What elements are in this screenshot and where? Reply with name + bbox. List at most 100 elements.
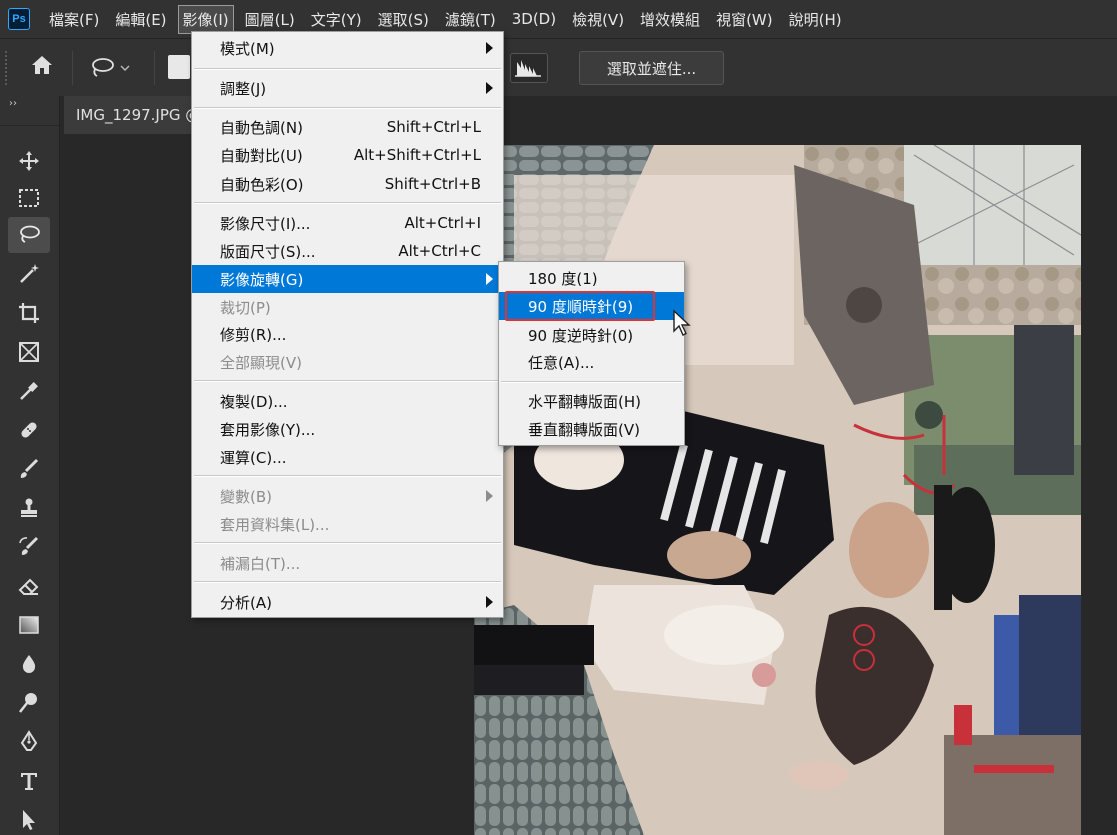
- menu-item-trim[interactable]: 修剪(R)...: [192, 320, 503, 348]
- menu-item-rotate-90-ccw[interactable]: 90 度逆時針(0): [499, 321, 684, 349]
- healing-brush-icon[interactable]: [8, 412, 50, 448]
- tools-collapse-toggle[interactable]: ››: [0, 96, 59, 126]
- history-brush-icon[interactable]: [8, 529, 50, 565]
- menu-item-duplicate[interactable]: 複製(D)...: [192, 387, 503, 415]
- menu-item-label: 全部顯現(V): [220, 353, 302, 372]
- options-bar-grip[interactable]: [5, 51, 9, 85]
- dodge-tool-icon[interactable]: [8, 685, 50, 721]
- menu-separator: [194, 542, 501, 544]
- home-icon[interactable]: [24, 53, 60, 83]
- menu-item-label: 裁切(P): [220, 298, 271, 317]
- menu-item-variables: 變數(B): [192, 482, 503, 510]
- menu-view[interactable]: 檢視(V): [567, 5, 629, 34]
- menu-item-mode[interactable]: 模式(M): [192, 34, 503, 62]
- menu-type[interactable]: 文字(Y): [306, 5, 367, 34]
- menu-item-label: 分析(A): [220, 593, 272, 612]
- menu-item-calculations[interactable]: 運算(C)...: [192, 443, 503, 471]
- options-bar: 選取並遮住...: [0, 38, 1117, 96]
- menu-item-auto-tone[interactable]: 自動色調(N) Shift+Ctrl+L: [192, 113, 503, 141]
- menu-window[interactable]: 視窗(W): [711, 5, 778, 34]
- menu-item-apply-data-set: 套用資料集(L)...: [192, 510, 503, 538]
- options-separator: [154, 51, 155, 85]
- menu-separator: [194, 202, 501, 204]
- gradient-tool-icon[interactable]: [8, 607, 50, 643]
- frame-tool-icon[interactable]: [8, 334, 50, 370]
- menu-layer[interactable]: 圖層(L): [240, 5, 300, 34]
- submenu-arrow-icon: [486, 490, 493, 502]
- menu-item-shortcut: Shift+Ctrl+L: [386, 118, 481, 136]
- menu-separator: [501, 381, 682, 383]
- select-and-mask-button[interactable]: 選取並遮住...: [579, 51, 724, 85]
- blur-tool-icon[interactable]: [8, 646, 50, 682]
- brush-tool-icon[interactable]: [8, 451, 50, 487]
- menu-item-label: 影像尺寸(I)...: [220, 214, 311, 233]
- menu-item-label: 運算(C)...: [220, 448, 287, 467]
- clone-stamp-icon[interactable]: [8, 490, 50, 526]
- pen-tool-icon[interactable]: [8, 724, 50, 760]
- menu-item-image-rotation[interactable]: 影像旋轉(G): [192, 265, 503, 293]
- lasso-tool-icon[interactable]: [8, 217, 50, 253]
- lasso-icon: [92, 58, 114, 77]
- menu-item-reveal-all: 全部顯現(V): [192, 348, 503, 376]
- photo-content: [474, 145, 1081, 835]
- menu-item-label: 複製(D)...: [220, 392, 288, 411]
- menu-item-apply-image[interactable]: 套用影像(Y)...: [192, 415, 503, 443]
- menu-item-label: 模式(M): [220, 39, 275, 58]
- eraser-icon[interactable]: [8, 568, 50, 604]
- menu-item-flip-vertical[interactable]: 垂直翻轉版面(V): [499, 415, 684, 443]
- menu-item-label: 90 度逆時針(0): [528, 326, 634, 345]
- menu-item-rotate-arbitrary[interactable]: 任意(A)...: [499, 348, 684, 376]
- menu-item-crop: 裁切(P): [192, 293, 503, 321]
- magic-wand-icon[interactable]: [8, 256, 50, 292]
- crop-tool-icon[interactable]: [8, 295, 50, 331]
- path-selection-icon[interactable]: [8, 802, 50, 835]
- tab-document[interactable]: IMG_1297.JPG @: [64, 96, 200, 134]
- menu-plugins[interactable]: 增效模組: [635, 5, 705, 34]
- menu-item-label: 水平翻轉版面(H): [528, 392, 641, 411]
- menu-separator: [194, 68, 501, 70]
- tools-panel: ››: [0, 96, 60, 835]
- menu-item-analysis[interactable]: 分析(A): [192, 588, 503, 616]
- type-tool-icon[interactable]: [8, 763, 50, 799]
- menu-image[interactable]: 影像(I): [177, 4, 234, 34]
- menu-item-label: 自動色調(N): [220, 118, 303, 137]
- menu-item-auto-contrast[interactable]: 自動對比(U) Alt+Shift+Ctrl+L: [192, 141, 503, 169]
- menu-item-image-size[interactable]: 影像尺寸(I)... Alt+Ctrl+I: [192, 209, 503, 237]
- menu-item-canvas-size[interactable]: 版面尺寸(S)... Alt+Ctrl+C: [192, 237, 503, 265]
- eyedropper-icon[interactable]: [8, 373, 50, 409]
- menu-item-label: 調整(J): [220, 79, 267, 98]
- menu-item-label: 補漏白(T)...: [220, 554, 301, 573]
- menu-file[interactable]: 檔案(F): [44, 5, 104, 34]
- marquee-tool-icon[interactable]: [8, 180, 50, 216]
- photoshop-logo-icon[interactable]: Ps: [8, 8, 30, 30]
- menu-item-trap: 補漏白(T)...: [192, 549, 503, 577]
- menu-item-adjustments[interactable]: 調整(J): [192, 74, 503, 102]
- menu-3d[interactable]: 3D(D): [507, 6, 561, 32]
- menu-item-label: 套用資料集(L)...: [220, 515, 330, 534]
- move-tool-icon[interactable]: [8, 143, 50, 179]
- menu-item-auto-color[interactable]: 自動色彩(O) Shift+Ctrl+B: [192, 170, 503, 198]
- menu-item-label: 垂直翻轉版面(V): [528, 420, 640, 439]
- lasso-preset-picker[interactable]: [88, 51, 146, 85]
- image-menu-dropdown: 模式(M) 調整(J) 自動色調(N) Shift+Ctrl+L 自動對比(U) A…: [191, 31, 504, 618]
- submenu-arrow-icon: [486, 42, 493, 54]
- menu-help[interactable]: 說明(H): [784, 5, 847, 34]
- menu-item-shortcut: Alt+Ctrl+I: [404, 214, 481, 232]
- menu-select[interactable]: 選取(S): [373, 5, 434, 34]
- menu-item-label: 版面尺寸(S)...: [220, 242, 316, 261]
- menu-item-label: 影像旋轉(G): [220, 270, 304, 289]
- chevron-down-icon: [120, 65, 130, 71]
- menu-item-label: 180 度(1): [528, 269, 598, 288]
- menu-separator: [194, 380, 501, 382]
- menu-item-shortcut: Alt+Shift+Ctrl+L: [353, 146, 481, 164]
- new-selection-icon[interactable]: [168, 55, 190, 79]
- menu-item-label: 自動色彩(O): [220, 175, 304, 194]
- histogram-icon[interactable]: [510, 53, 548, 83]
- highlight-annotation-box: [505, 291, 655, 321]
- menu-item-rotate-180[interactable]: 180 度(1): [499, 264, 684, 292]
- document-photo[interactable]: [474, 145, 1081, 835]
- mouse-pointer-icon: [672, 309, 692, 337]
- menu-filter[interactable]: 濾鏡(T): [440, 5, 501, 34]
- menu-item-flip-horizontal[interactable]: 水平翻轉版面(H): [499, 387, 684, 415]
- menu-edit[interactable]: 編輯(E): [110, 5, 171, 34]
